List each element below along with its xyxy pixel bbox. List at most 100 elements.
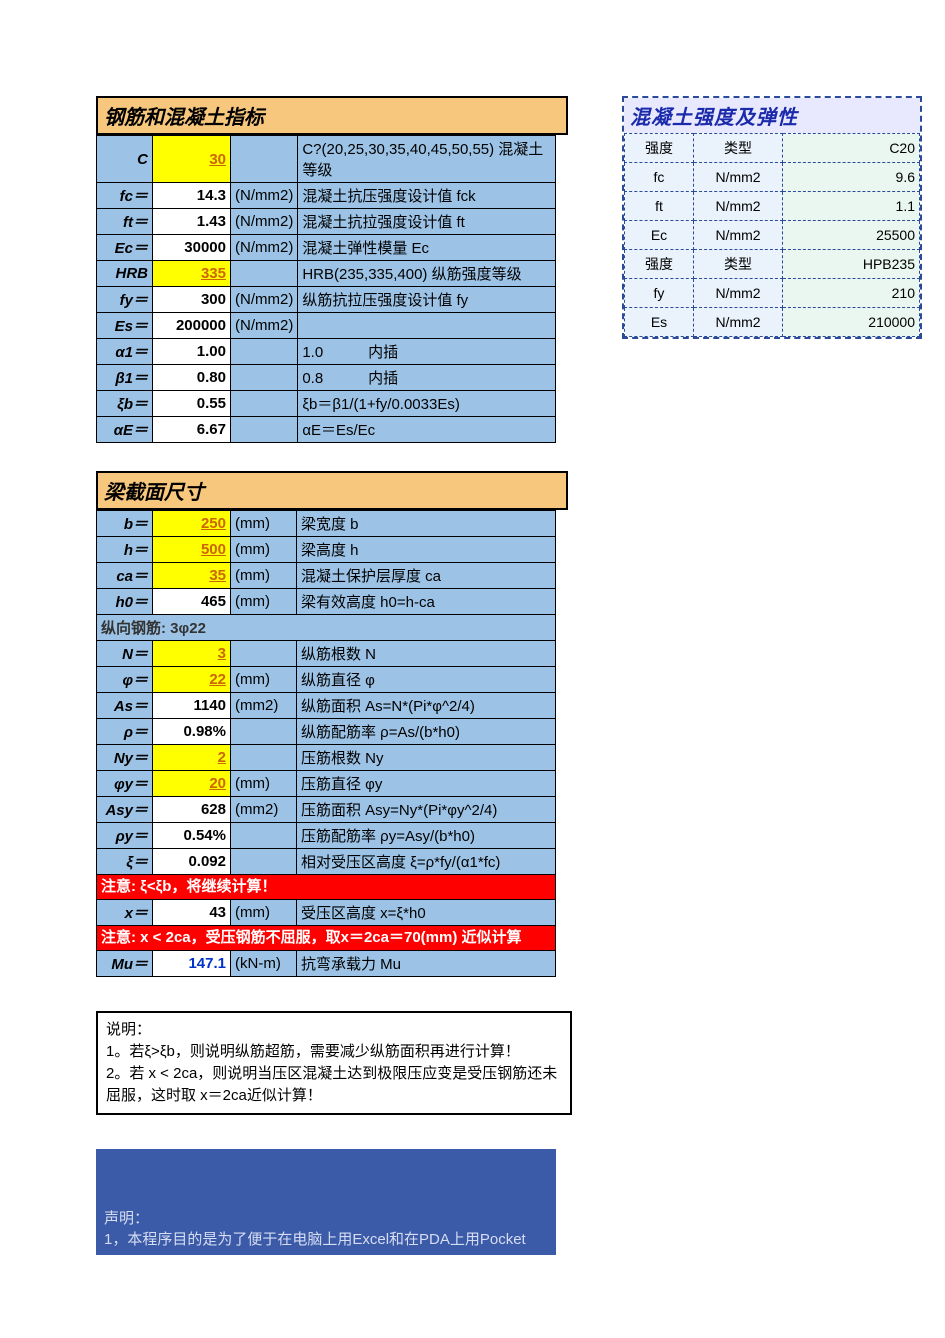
row-unit: [231, 641, 297, 667]
row-desc: 受压区高度 x=ξ*h0: [297, 900, 556, 926]
row-unit: [231, 136, 298, 183]
row-value: 0.54%: [153, 823, 231, 849]
side-cell: HPB235: [783, 250, 920, 279]
row-unit: (N/mm2): [231, 209, 298, 235]
row-unit: [231, 417, 298, 443]
side-cell: 25500: [783, 221, 920, 250]
side-cell: N/mm2: [694, 308, 783, 337]
side-cell: fy: [625, 279, 694, 308]
row-unit: [231, 823, 297, 849]
side-cell: ft: [625, 192, 694, 221]
row-label: As＝: [97, 693, 153, 719]
row-value: 1140: [153, 693, 231, 719]
row-label: b＝: [97, 511, 153, 537]
row-label: fy＝: [97, 287, 153, 313]
row-value: 1.43: [153, 209, 231, 235]
row-value: 14.3: [153, 183, 231, 209]
side-cell: 210000: [783, 308, 920, 337]
row-label: N＝: [97, 641, 153, 667]
row-unit: (N/mm2): [231, 313, 298, 339]
row-value: 335: [153, 261, 231, 287]
row-label: ξb＝: [97, 391, 153, 417]
row-desc: ξb＝β1/(1+fy/0.0033Es): [298, 391, 556, 417]
row-value: 0.092: [153, 849, 231, 875]
row-unit: [231, 745, 297, 771]
table2-title: 梁截面尺寸: [96, 471, 568, 510]
side-cell: 1.1: [783, 192, 920, 221]
row-label: C: [97, 136, 153, 183]
side-title: 混凝土强度及弹性: [624, 98, 920, 133]
row-desc: 混凝土抗压强度设计值 fck: [298, 183, 556, 209]
row-desc: 相对受压区高度 ξ=ρ*fy/(α1*fc): [297, 849, 556, 875]
table1: C30C?(20,25,30,35,40,45,50,55) 混凝土等级fc＝1…: [96, 135, 556, 443]
row-value: 30: [153, 136, 231, 183]
side-cell: 210: [783, 279, 920, 308]
row-desc: 压筋根数 Ny: [297, 745, 556, 771]
row-desc: 混凝土弹性模量 Ec: [298, 235, 556, 261]
side-cell: fc: [625, 163, 694, 192]
row-desc: 纵筋抗拉压强度设计值 fy: [298, 287, 556, 313]
row-value: 0.80: [153, 365, 231, 391]
row-desc: αE＝Es/Ec: [298, 417, 556, 443]
row-unit: (mm): [231, 511, 297, 537]
row-unit: [231, 849, 297, 875]
side-cell: C20: [783, 134, 920, 163]
row-label: HRB: [97, 261, 153, 287]
notes-line1: 1。若ξ>ξb，则说明纵筋超筋，需要减少纵筋面积再进行计算！: [106, 1041, 562, 1063]
row-value: 147.1: [153, 951, 231, 977]
row-desc: 压筋配筋率 ρy=Asy/(b*h0): [297, 823, 556, 849]
row-unit: [231, 719, 297, 745]
row-label: φy＝: [97, 771, 153, 797]
side-cell: 强度: [625, 134, 694, 163]
row-desc: 梁有效高度 h0=h-ca: [297, 589, 556, 615]
side-cell: 类型: [694, 250, 783, 279]
section-label: 纵向钢筋: 3φ22: [97, 615, 556, 641]
row-value: 43: [153, 900, 231, 926]
row-label: ξ＝: [97, 849, 153, 875]
row-value: 0.55: [153, 391, 231, 417]
row-desc: 混凝土抗拉强度设计值 ft: [298, 209, 556, 235]
row-unit: [231, 365, 298, 391]
row-desc: 纵筋配筋率 ρ=As/(b*h0): [297, 719, 556, 745]
row-unit: (N/mm2): [231, 235, 298, 261]
row-value: 3: [153, 641, 231, 667]
row-label: h＝: [97, 537, 153, 563]
row-unit: (mm2): [231, 693, 297, 719]
row-unit: (mm2): [231, 797, 297, 823]
row-value: 2: [153, 745, 231, 771]
row-value: 0.98%: [153, 719, 231, 745]
row-value: 30000: [153, 235, 231, 261]
notes-line2: 2。若 x < 2ca，则说明当压区混凝土达到极限压应变是受压钢筋还未屈服，这时…: [106, 1063, 562, 1107]
notes-title: 说明：: [106, 1019, 562, 1041]
side-cell: 9.6: [783, 163, 920, 192]
row-label: Es＝: [97, 313, 153, 339]
row-unit: (mm): [231, 667, 297, 693]
row-unit: (kN-m): [231, 951, 297, 977]
warning-row: 注意: ξ<ξb，将继续计算！: [97, 875, 556, 900]
row-desc: 混凝土保护层厚度 ca: [297, 563, 556, 589]
row-value: 6.67: [153, 417, 231, 443]
footer-line1: 1，本程序目的是为了便于在电脑上用Excel和在PDA上用Pocket: [104, 1228, 548, 1249]
row-label: Ec＝: [97, 235, 153, 261]
row-label: β1＝: [97, 365, 153, 391]
row-unit: [231, 391, 298, 417]
row-label: x＝: [97, 900, 153, 926]
row-desc: 抗弯承载力 Mu: [297, 951, 556, 977]
row-label: ρ＝: [97, 719, 153, 745]
row-unit: (mm): [231, 771, 297, 797]
row-label: φ＝: [97, 667, 153, 693]
row-label: αE＝: [97, 417, 153, 443]
row-unit: (mm): [231, 537, 297, 563]
row-label: ft＝: [97, 209, 153, 235]
row-label: fc＝: [97, 183, 153, 209]
row-desc: 梁宽度 b: [297, 511, 556, 537]
row-unit: (mm): [231, 900, 297, 926]
warning-row: 注意: x < 2ca，受压钢筋不屈服，取x＝2ca＝70(mm) 近似计算: [97, 926, 556, 951]
side-cell: Es: [625, 308, 694, 337]
row-label: Ny＝: [97, 745, 153, 771]
row-value: 1.00: [153, 339, 231, 365]
side-cell: 类型: [694, 134, 783, 163]
row-value: 300: [153, 287, 231, 313]
row-label: h0＝: [97, 589, 153, 615]
row-label: Asy＝: [97, 797, 153, 823]
